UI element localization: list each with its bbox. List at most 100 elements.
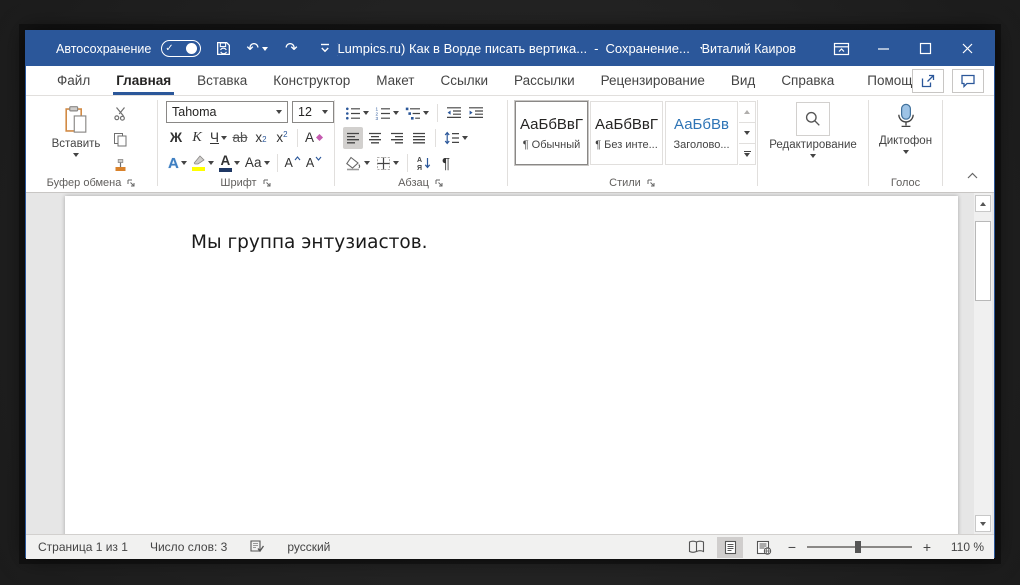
bullets-button[interactable]: [343, 102, 371, 124]
font-group-label: Шрифт: [158, 177, 334, 189]
chevron-down-icon: [181, 161, 187, 165]
numbered-list-icon: 123: [375, 106, 391, 121]
format-painter-button[interactable]: [110, 154, 130, 176]
increase-indent-button[interactable]: [466, 102, 486, 124]
clear-formatting-button[interactable]: А: [303, 127, 326, 149]
web-layout-button[interactable]: [751, 537, 777, 558]
document-page[interactable]: Мы группа энтузиастов.: [65, 196, 958, 534]
tab-help[interactable]: Справка: [768, 66, 847, 95]
tab-references[interactable]: Ссылки: [428, 66, 502, 95]
tab-insert[interactable]: Вставка: [184, 66, 260, 95]
tab-file[interactable]: Файл: [44, 66, 103, 95]
multilevel-list-button[interactable]: [403, 102, 431, 124]
user-name[interactable]: Виталий Каиров: [702, 42, 796, 56]
superscript-button[interactable]: x2: [272, 127, 292, 149]
comments-button[interactable]: [952, 69, 984, 93]
increase-indent-icon: [468, 106, 484, 120]
styles-scroll-down-button[interactable]: [739, 123, 755, 144]
editing-button[interactable]: Редактирование: [758, 102, 868, 158]
desktop-background: Автосохранение ✓ ↶ ↷: [0, 0, 1020, 585]
line-spacing-button[interactable]: [442, 127, 470, 149]
minimize-button[interactable]: [862, 32, 904, 65]
scroll-down-button[interactable]: [975, 515, 991, 532]
numbering-button[interactable]: 123: [373, 102, 401, 124]
styles-dialog-launcher[interactable]: [646, 178, 656, 188]
save-button[interactable]: [211, 36, 235, 62]
decrease-indent-button[interactable]: [444, 102, 464, 124]
change-case-button[interactable]: Аа: [243, 152, 272, 174]
share-button[interactable]: [912, 69, 944, 93]
paste-button[interactable]: Вставить: [48, 100, 104, 174]
print-layout-button[interactable]: [717, 537, 743, 558]
svg-text:Я: Я: [417, 165, 422, 171]
styles-gallery-more-button[interactable]: [739, 144, 755, 164]
font-size-combobox[interactable]: 12: [292, 101, 334, 123]
font-dialog-launcher[interactable]: [262, 178, 272, 188]
customize-quick-access-button[interactable]: [313, 36, 337, 62]
font-color-button[interactable]: А: [217, 152, 242, 174]
word-count-indicator[interactable]: Число слов: 3: [150, 540, 227, 554]
language-indicator[interactable]: русский: [287, 540, 330, 554]
title-bar-right: Виталий Каиров: [702, 32, 994, 65]
undo-button[interactable]: ↶: [245, 36, 269, 62]
title-bar: Автосохранение ✓ ↶ ↷: [26, 31, 994, 66]
page-number-indicator[interactable]: Страница 1 из 1: [38, 540, 128, 554]
text-highlight-button[interactable]: [190, 152, 216, 174]
read-mode-button[interactable]: [683, 537, 709, 558]
maximize-button[interactable]: [904, 32, 946, 65]
italic-button[interactable]: К: [187, 127, 207, 149]
grow-font-button[interactable]: А: [283, 152, 303, 174]
shrink-font-button[interactable]: А: [304, 152, 324, 174]
ribbon-display-options-button[interactable]: [820, 32, 862, 65]
tab-layout[interactable]: Макет: [363, 66, 427, 95]
zoom-slider[interactable]: [807, 540, 912, 554]
text-effects-button[interactable]: А: [166, 152, 189, 174]
borders-button[interactable]: [374, 152, 401, 174]
align-center-button[interactable]: [365, 127, 385, 149]
styles-scroll-up-button[interactable]: [739, 102, 755, 123]
clipboard-small-buttons: [110, 102, 130, 176]
underline-button[interactable]: Ч: [208, 127, 229, 149]
cut-button[interactable]: [110, 102, 130, 124]
proofing-status-button[interactable]: [249, 538, 265, 557]
tab-mailings[interactable]: Рассылки: [501, 66, 588, 95]
scroll-up-button[interactable]: [975, 195, 991, 212]
copy-button[interactable]: [110, 128, 130, 150]
tab-home[interactable]: Главная: [103, 66, 184, 95]
justify-button[interactable]: [409, 127, 429, 149]
zoom-in-button[interactable]: +: [920, 539, 934, 555]
tab-view[interactable]: Вид: [718, 66, 768, 95]
scrollbar-thumb[interactable]: [975, 221, 991, 301]
bold-button[interactable]: Ж: [166, 127, 186, 149]
document-text[interactable]: Мы группа энтузиастов.: [191, 232, 428, 253]
scissors-icon: [113, 106, 128, 121]
paragraph-dialog-launcher[interactable]: [434, 178, 444, 188]
shading-button[interactable]: [343, 152, 372, 174]
subscript-button[interactable]: x2: [251, 127, 271, 149]
dictate-button[interactable]: Диктофон: [869, 102, 942, 154]
help-search[interactable]: Помощь: [861, 66, 912, 95]
sort-button[interactable]: А Я: [414, 152, 434, 174]
close-button[interactable]: [946, 32, 988, 65]
zoom-slider-thumb[interactable]: [855, 541, 861, 553]
chevron-down-icon: [363, 111, 369, 115]
align-right-button[interactable]: [387, 127, 407, 149]
tab-design[interactable]: Конструктор: [260, 66, 363, 95]
style-no-spacing[interactable]: АаБбВвГ ¶ Без инте...: [590, 101, 663, 165]
tab-review[interactable]: Рецензирование: [588, 66, 718, 95]
style-heading1[interactable]: АаБбВв Заголово...: [665, 101, 738, 165]
redo-button[interactable]: ↷: [279, 36, 303, 62]
align-left-button[interactable]: [343, 127, 363, 149]
strikethrough-button[interactable]: ab: [230, 127, 250, 149]
collapse-ribbon-button[interactable]: [962, 164, 982, 186]
show-formatting-marks-button[interactable]: ¶: [436, 152, 456, 174]
font-family-combobox[interactable]: Tahoma: [166, 101, 288, 123]
autosave-toggle[interactable]: ✓: [161, 40, 201, 57]
zoom-out-button[interactable]: −: [785, 539, 799, 555]
minimize-icon: [877, 42, 890, 55]
tab-row-buttons: [912, 66, 994, 95]
clipboard-dialog-launcher[interactable]: [126, 178, 136, 188]
style-normal[interactable]: АаБбВвГ ¶ Обычный: [515, 101, 588, 165]
zoom-level[interactable]: 110 %: [942, 540, 984, 554]
vertical-scrollbar[interactable]: [974, 193, 992, 534]
